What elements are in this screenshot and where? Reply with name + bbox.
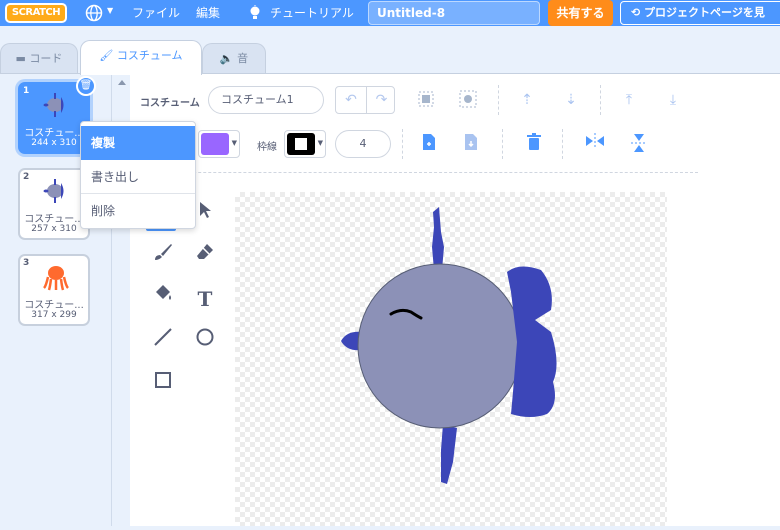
drawing-canvas[interactable] xyxy=(235,192,667,526)
lightbulb-icon xyxy=(248,5,262,25)
toolbar-divider xyxy=(600,85,601,115)
octopus-thumbnail xyxy=(43,266,69,291)
costume-number: 1 xyxy=(23,86,30,96)
paste-icon[interactable] xyxy=(460,133,482,155)
outline-width-input[interactable]: 4 xyxy=(335,130,391,158)
share-button[interactable]: 共有する xyxy=(548,0,613,26)
project-page-label: プロジェクトページを見 xyxy=(644,6,765,19)
menu-item-export[interactable]: 書き出し xyxy=(81,160,195,194)
tab-sounds-label: 音 xyxy=(237,52,249,65)
eraser-tool-icon[interactable] xyxy=(190,242,220,272)
line-tool-icon[interactable] xyxy=(148,327,178,357)
scroll-up-arrow[interactable] xyxy=(118,80,126,85)
flip-horizontal-icon[interactable] xyxy=(584,133,606,155)
chevron-down-icon: ▼ xyxy=(317,139,323,147)
toolbar-separator xyxy=(138,172,698,173)
ungroup-icon[interactable] xyxy=(457,89,479,111)
costume-size: 257 x 310 xyxy=(31,224,77,234)
chevron-down-icon: ▼ xyxy=(107,6,114,15)
delete-icon[interactable] xyxy=(523,133,545,155)
costume-name: コスチュー... xyxy=(24,300,84,311)
costume-name-input[interactable]: コスチューム1 xyxy=(208,86,324,114)
chevron-down-icon: ▼ xyxy=(231,139,237,147)
toolbar-divider xyxy=(498,85,499,115)
front-icon[interactable]: ⤒ xyxy=(618,89,640,111)
backward-icon[interactable]: ⇣ xyxy=(560,89,582,111)
menu-item-duplicate[interactable]: 複製 xyxy=(81,126,195,160)
tab-costumes[interactable]: 🖌 コスチューム xyxy=(80,40,202,75)
menu-item-delete[interactable]: 削除 xyxy=(81,194,195,228)
redo-icon[interactable]: ↷ xyxy=(366,87,396,113)
group-icon[interactable] xyxy=(415,89,437,111)
rectangle-tool-icon[interactable] xyxy=(148,370,178,400)
menu-bar: SCRATCH ▼ ファイル 編集 チュートリアル Untitled-8 共有す… xyxy=(0,0,780,26)
tab-sounds[interactable]: 🔈 音 xyxy=(202,43,266,74)
editor-tabs: ▬ コード 🖌 コスチューム 🔈 音 xyxy=(0,40,780,75)
toolbar-divider xyxy=(502,129,503,159)
costume-number: 2 xyxy=(23,172,30,182)
scratch-logo[interactable]: SCRATCH xyxy=(5,3,67,23)
tab-code-label: コード xyxy=(29,52,63,65)
costume-thumbnail xyxy=(43,93,64,117)
costume-size: 317 x 299 xyxy=(31,310,77,320)
project-title-input[interactable]: Untitled-8 xyxy=(368,1,540,25)
costume-context-menu: 複製 書き出し 削除 xyxy=(80,121,196,229)
fill-tool-icon[interactable] xyxy=(148,284,178,314)
forward-icon[interactable]: ⇡ xyxy=(516,89,538,111)
fill-color-picker[interactable]: ▼ xyxy=(198,130,240,158)
toolbar-divider xyxy=(402,129,403,159)
project-page-button[interactable]: ⟲ プロジェクトページを見 xyxy=(620,1,780,25)
fish-costume-drawing xyxy=(341,207,557,484)
menu-edit[interactable]: 編集 xyxy=(196,5,220,21)
code-icon: ▬ xyxy=(15,52,30,65)
costume-size: 244 x 310 xyxy=(31,138,77,148)
back-icon[interactable]: ⤓ xyxy=(662,89,684,111)
costume-item-3[interactable]: 3 コスチュー... 317 x 299 xyxy=(18,254,90,326)
menu-file[interactable]: ファイル xyxy=(132,5,180,21)
brush-icon: 🖌 xyxy=(99,49,117,62)
fill-color-swatch xyxy=(201,133,229,155)
outline-color-picker[interactable]: ▼ xyxy=(284,130,326,158)
costume-number: 3 xyxy=(23,258,30,268)
toolbar-divider xyxy=(562,129,563,159)
outline-label: 枠線 xyxy=(257,142,277,153)
costume-name-label: コスチューム xyxy=(140,98,200,109)
circle-tool-icon[interactable] xyxy=(190,327,220,357)
menu-tutorial[interactable]: チュートリアル xyxy=(270,5,354,21)
delete-costume-icon[interactable]: 🗑 xyxy=(76,76,96,96)
copy-icon[interactable] xyxy=(418,133,440,155)
costume-name: コスチュー... xyxy=(24,128,84,139)
paint-editor: コスチューム コスチューム1 ↶ ↷ ⇡ ⇣ ⤒ ⤓ ▼ 枠線 ▼ 4 T xyxy=(130,74,780,526)
text-tool-icon[interactable]: T xyxy=(190,284,220,314)
undo-redo-group: ↶ ↷ xyxy=(335,86,395,114)
globe-icon[interactable] xyxy=(85,4,103,26)
costume-name: コスチュー... xyxy=(24,214,84,225)
brush-tool-icon[interactable] xyxy=(148,242,178,272)
tab-costumes-label: コスチューム xyxy=(116,49,183,62)
flip-vertical-icon[interactable] xyxy=(628,133,650,155)
outline-color-swatch xyxy=(287,133,315,155)
project-page-icon: ⟲ xyxy=(631,6,645,19)
tab-code[interactable]: ▬ コード xyxy=(0,43,78,74)
costume-thumbnail xyxy=(43,179,64,203)
speaker-icon: 🔈 xyxy=(219,52,238,65)
undo-icon[interactable]: ↶ xyxy=(336,87,366,113)
